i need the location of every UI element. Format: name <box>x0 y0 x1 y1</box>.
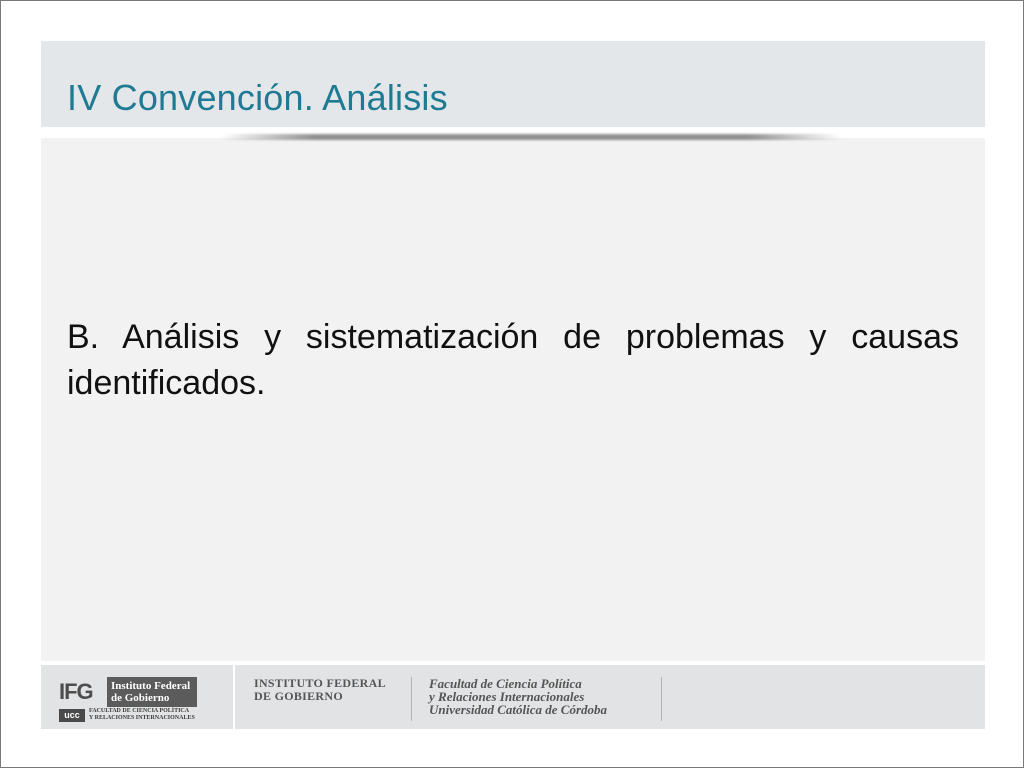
slide-title: IV Convención. Análisis <box>67 77 448 118</box>
faculty-line-3: Universidad Católica de Córdoba <box>429 702 608 717</box>
institute-name: INSTITUTO FEDERAL DE GOBIERNO <box>254 677 404 703</box>
faculty-name: Facultad de Ciencia Política y Relacione… <box>429 677 659 716</box>
footer-logos: IFG Instituto Federal de Gobierno ucc FA… <box>41 665 985 729</box>
ifg-logo-name: Instituto Federal de Gobierno <box>107 677 197 707</box>
title-band: IV Convención. Análisis <box>41 41 985 127</box>
ucc-caption-line-1: FACULTAD DE CIENCIA POLÍTICA <box>89 708 190 714</box>
footer-separator <box>411 677 412 721</box>
ucc-badge: ucc <box>59 709 85 722</box>
institute-line-2: DE GOBIERNO <box>254 689 343 703</box>
content-area: B. Análisis y sistematización de problem… <box>41 138 985 661</box>
ifg-name-line-1: Instituto Federal <box>111 680 191 692</box>
ucc-faculty-caption: FACULTAD DE CIENCIA POLÍTICA Y RELACIONE… <box>89 708 219 722</box>
footer-separator <box>233 665 235 729</box>
footer-separator <box>661 677 662 721</box>
slide-body-text: B. Análisis y sistematización de problem… <box>67 318 959 402</box>
slide: IV Convención. Análisis B. Análisis y si… <box>0 0 1024 768</box>
ifg-logo-letters: IFG <box>59 679 94 704</box>
ifg-logo: IFG Instituto Federal de Gobierno ucc FA… <box>59 677 219 723</box>
title-divider <box>221 134 841 140</box>
ifg-name-line-2: de Gobierno <box>111 692 170 704</box>
ucc-caption-line-2: Y RELACIONES INTERNACIONALES <box>89 715 195 721</box>
